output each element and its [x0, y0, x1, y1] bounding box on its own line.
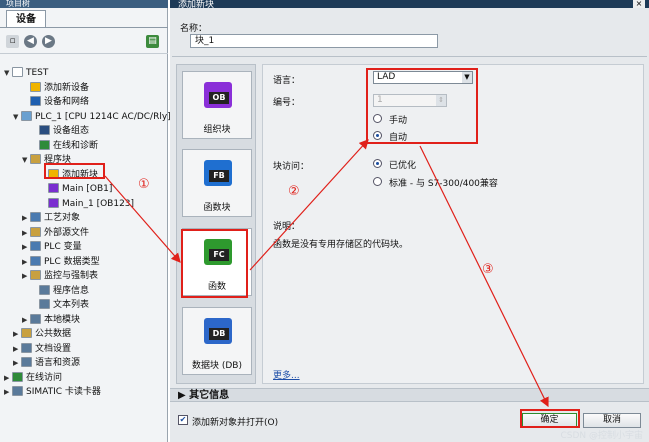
watermark: CSDN @控制小宇宙 — [560, 431, 643, 441]
annotation-step3: ③ — [482, 262, 494, 277]
annotation-arrows — [104, 139, 549, 408]
annotation-step1: ① — [138, 177, 150, 192]
annotation-step2: ② — [288, 184, 300, 199]
arrow-step2 — [249, 139, 369, 271]
